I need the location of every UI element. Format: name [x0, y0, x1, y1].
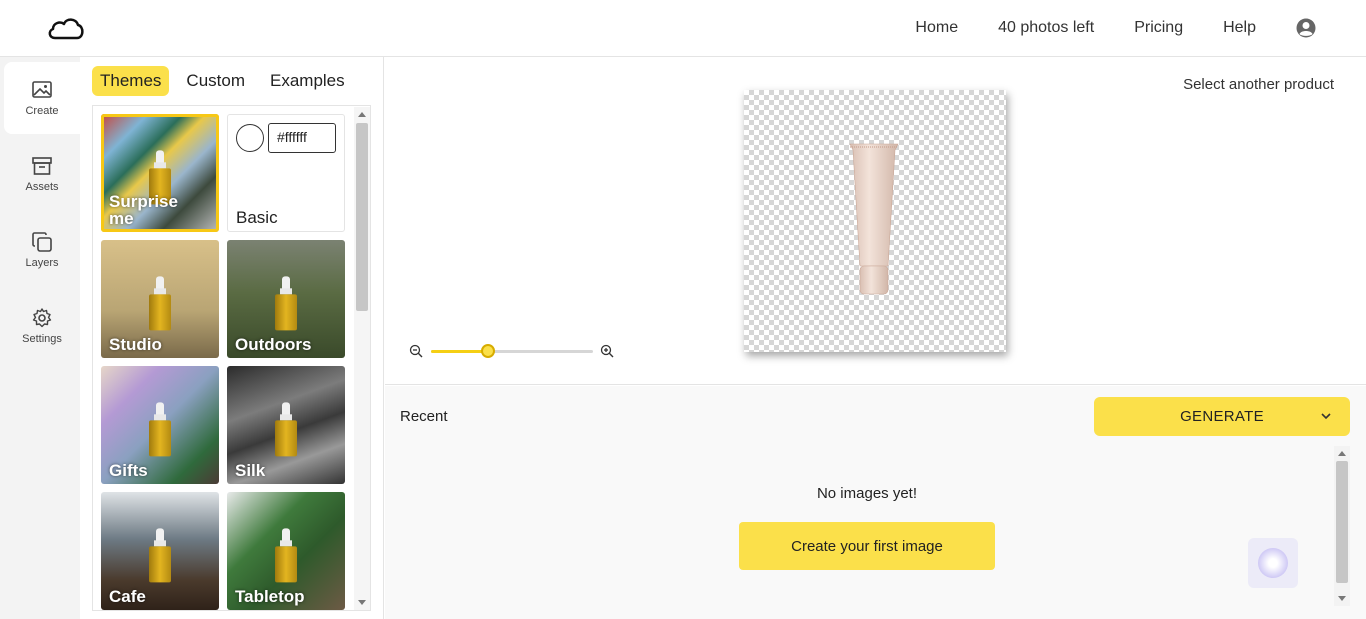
generate-label: GENERATE [1180, 408, 1264, 425]
zoom-slider-handle[interactable] [481, 344, 495, 358]
layers-copy-icon [32, 232, 52, 252]
rail-assets-button[interactable]: Assets [4, 138, 80, 210]
generate-button[interactable]: GENERATE [1094, 397, 1350, 436]
nav-pricing-link[interactable]: Pricing [1134, 19, 1183, 37]
theme-label: Basic [236, 208, 278, 227]
zoom-slider-fill [431, 350, 488, 353]
tab-examples[interactable]: Examples [262, 66, 353, 96]
theme-grid: Surprise me #ffffff Basic Studio Outdoor… [92, 105, 371, 611]
create-first-image-button[interactable]: Create your first image [739, 522, 995, 570]
product-preview-area: Select another product [385, 57, 1366, 385]
rail-layers-label: Layers [25, 257, 59, 269]
scroll-up-arrow-icon[interactable] [358, 112, 366, 117]
product-bottle-icon [275, 402, 297, 457]
scroll-up-arrow-icon[interactable] [1338, 451, 1346, 456]
theme-card-studio[interactable]: Studio [101, 240, 219, 358]
theme-label: Outdoors [235, 335, 312, 354]
nav-help-link[interactable]: Help [1223, 19, 1256, 37]
recent-title: Recent [400, 408, 448, 425]
rail-settings-button[interactable]: Settings [4, 290, 80, 362]
hex-color-input[interactable]: #ffffff [268, 123, 336, 153]
top-nav: Home 40 photos left Pricing Help [875, 0, 1316, 56]
product-canvas[interactable] [744, 90, 1006, 352]
user-account-icon[interactable] [1296, 18, 1316, 38]
rail-layers-button[interactable]: Layers [4, 214, 80, 286]
archive-box-icon [32, 157, 52, 175]
theme-card-surprise-me[interactable]: Surprise me [101, 114, 219, 232]
theme-card-tabletop[interactable]: Tabletop [227, 492, 345, 610]
product-bottle-icon [275, 276, 297, 331]
top-header: Home 40 photos left Pricing Help [0, 0, 1366, 57]
empty-state-text: No images yet! [816, 485, 918, 502]
themes-panel: Themes Custom Examples Surprise me #ffff… [80, 57, 384, 619]
zoom-control [409, 341, 619, 361]
left-icon-rail: Create Assets Layers Settings [0, 57, 80, 619]
gear-icon [32, 308, 52, 328]
zoom-out-icon[interactable] [409, 344, 423, 358]
theme-label: Cafe [109, 587, 146, 606]
theme-label: Gifts [109, 461, 148, 480]
theme-card-gifts[interactable]: Gifts [101, 366, 219, 484]
theme-grid-scrollbar[interactable] [354, 107, 370, 610]
product-tube-image [849, 143, 899, 295]
scrollbar-thumb[interactable] [1336, 461, 1348, 583]
rail-settings-label: Settings [22, 333, 62, 345]
recent-scrollbar[interactable] [1334, 446, 1350, 606]
product-bottle-icon [149, 402, 171, 457]
product-bottle-icon [149, 276, 171, 331]
zoom-in-icon[interactable] [600, 344, 614, 358]
assistant-chat-icon[interactable] [1248, 538, 1298, 588]
nav-home-link[interactable]: Home [915, 19, 958, 37]
scrollbar-thumb[interactable] [356, 123, 368, 311]
select-another-product-link[interactable]: Select another product [1183, 76, 1334, 93]
tab-themes[interactable]: Themes [92, 66, 170, 96]
image-icon [32, 81, 52, 98]
panel-tabs: Themes Custom Examples [92, 66, 362, 96]
scroll-down-arrow-icon[interactable] [358, 600, 366, 605]
theme-card-outdoors[interactable]: Outdoors [227, 240, 345, 358]
theme-label: Surprise me [109, 192, 178, 228]
theme-label: Tabletop [235, 587, 305, 606]
rail-create-label: Create [25, 105, 59, 117]
chevron-down-icon[interactable] [1320, 410, 1332, 422]
nav-photos-left-link[interactable]: 40 photos left [998, 19, 1094, 37]
theme-card-basic[interactable]: #ffffff Basic [227, 114, 345, 232]
theme-card-silk[interactable]: Silk [227, 366, 345, 484]
recent-images-section: Recent GENERATE No images yet! Create yo… [385, 386, 1366, 619]
cloud-logo-icon[interactable] [47, 14, 85, 42]
scroll-down-arrow-icon[interactable] [1338, 596, 1346, 601]
tab-custom[interactable]: Custom [178, 66, 253, 96]
rail-create-button[interactable]: Create [4, 62, 80, 134]
product-bottle-icon [149, 528, 171, 583]
theme-card-cafe[interactable]: Cafe [101, 492, 219, 610]
color-swatch[interactable] [236, 124, 264, 152]
rail-assets-label: Assets [25, 181, 59, 193]
product-bottle-icon [275, 528, 297, 583]
theme-label: Studio [109, 335, 162, 354]
theme-label: Silk [235, 461, 266, 480]
